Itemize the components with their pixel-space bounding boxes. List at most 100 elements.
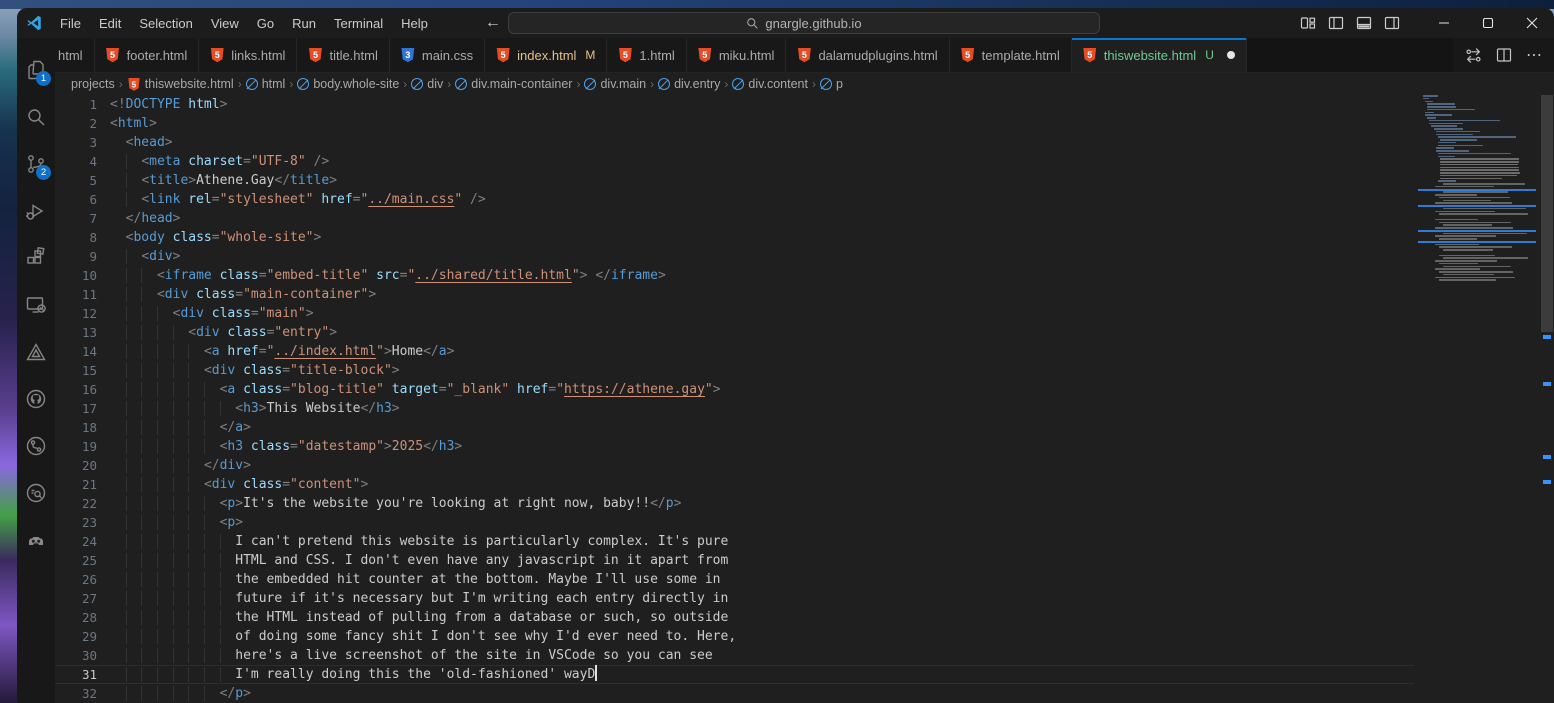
command-center[interactable]: gnargle.github.io bbox=[508, 12, 1100, 34]
code-line[interactable]: 11 <div class="main-container"> bbox=[55, 285, 1414, 304]
menu-file[interactable]: File bbox=[51, 8, 90, 38]
breadcrumb-item-div-content[interactable]: div.content bbox=[732, 77, 808, 91]
breadcrumb-item-div[interactable]: div bbox=[411, 77, 443, 91]
code-line[interactable]: 1<!DOCTYPE html> bbox=[55, 95, 1414, 114]
tab-main-css[interactable]: main.css bbox=[390, 38, 485, 72]
tab-miku-html[interactable]: miku.html bbox=[687, 38, 787, 72]
scrollbar-slider[interactable] bbox=[1541, 95, 1553, 332]
code-line[interactable]: 18 </a> bbox=[55, 418, 1414, 437]
source-control-icon[interactable]: 2 bbox=[17, 140, 55, 187]
breadcrumb-item-html[interactable]: html bbox=[246, 77, 286, 91]
tab-html[interactable]: html bbox=[55, 38, 95, 72]
tab-thiswebsite-html[interactable]: thiswebsite.htmlU bbox=[1072, 38, 1247, 72]
code-line[interactable]: 32 </p> bbox=[55, 684, 1414, 703]
code-line[interactable]: 28 the HTML instead of pulling from a da… bbox=[55, 608, 1414, 627]
run-debug-icon[interactable] bbox=[17, 187, 55, 234]
menu-view[interactable]: View bbox=[202, 8, 248, 38]
breadcrumb-item-div-main-container[interactable]: div.main-container bbox=[455, 77, 572, 91]
tab-index-html[interactable]: index.htmlM bbox=[485, 38, 607, 72]
code-line[interactable]: 29 of doing some fancy shit I don't see … bbox=[55, 627, 1414, 646]
code-line[interactable]: 22 <p>It's the website you're looking at… bbox=[55, 494, 1414, 513]
tab-template-html[interactable]: template.html bbox=[950, 38, 1072, 72]
toggle-panel-icon[interactable] bbox=[1356, 15, 1372, 31]
minimap-line bbox=[1435, 235, 1496, 237]
breadcrumb-separator: › bbox=[403, 77, 407, 91]
code-line[interactable]: 7 </head> bbox=[55, 209, 1414, 228]
breadcrumb-item-body-whole-site[interactable]: body.whole-site bbox=[297, 77, 399, 91]
code-line[interactable]: 2<html> bbox=[55, 114, 1414, 133]
code-line[interactable]: 25 HTML and CSS. I don't even have any j… bbox=[55, 551, 1414, 570]
menu-help[interactable]: Help bbox=[392, 8, 437, 38]
more-actions-icon[interactable] bbox=[1526, 45, 1542, 65]
code-line[interactable]: 23 <p> bbox=[55, 513, 1414, 532]
code-line[interactable]: 27 future if it's necessary but I'm writ… bbox=[55, 589, 1414, 608]
line-content: HTML and CSS. I don't even have any java… bbox=[97, 551, 728, 570]
line-number: 9 bbox=[55, 247, 97, 266]
breadcrumb-item-div-main[interactable]: div.main bbox=[584, 77, 646, 91]
indent-guide bbox=[173, 553, 189, 568]
code-line[interactable]: 6 <link rel="stylesheet" href="../main.c… bbox=[55, 190, 1414, 209]
code-line[interactable]: 24 I can't pretend this website is parti… bbox=[55, 532, 1414, 551]
menu-run[interactable]: Run bbox=[283, 8, 325, 38]
search-icon[interactable] bbox=[17, 93, 55, 140]
toggle-secondary-sidebar-icon[interactable] bbox=[1384, 15, 1400, 31]
breadcrumb-item-projects[interactable]: projects bbox=[71, 77, 115, 91]
close-button[interactable] bbox=[1510, 8, 1554, 38]
maximize-button[interactable] bbox=[1466, 8, 1510, 38]
code-line[interactable]: 31 I'm really doing this the 'old-fashio… bbox=[55, 665, 1414, 684]
minimap[interactable] bbox=[1418, 95, 1540, 703]
breadcrumb-item-div-entry[interactable]: div.entry bbox=[658, 77, 720, 91]
godot-tools-icon[interactable] bbox=[17, 516, 55, 563]
code-line[interactable]: 19 <h3 class="datestamp">2025</h3> bbox=[55, 437, 1414, 456]
html-symbol-icon bbox=[246, 78, 258, 90]
extensions-icon[interactable] bbox=[17, 234, 55, 281]
triangle-extension-icon[interactable] bbox=[17, 328, 55, 375]
code-line[interactable]: 4 <meta charset="UTF-8" /> bbox=[55, 152, 1414, 171]
minimize-button[interactable] bbox=[1422, 8, 1466, 38]
line-content: <div class="entry"> bbox=[97, 323, 337, 342]
menu-go[interactable]: Go bbox=[248, 8, 283, 38]
split-editor-icon[interactable] bbox=[1496, 47, 1512, 63]
editor-scrollbar[interactable] bbox=[1540, 95, 1554, 703]
menu-selection[interactable]: Selection bbox=[130, 8, 201, 38]
code-line[interactable]: 12 <div class="main"> bbox=[55, 304, 1414, 323]
code-line[interactable]: 9 <div> bbox=[55, 247, 1414, 266]
code-line[interactable]: 3 <head> bbox=[55, 133, 1414, 152]
explorer-icon[interactable]: 1 bbox=[17, 46, 55, 93]
open-changes-icon[interactable] bbox=[1465, 47, 1482, 64]
html-file-icon bbox=[106, 48, 120, 63]
commit-search-icon[interactable] bbox=[17, 469, 55, 516]
code-line[interactable]: 5 <title>Athene.Gay</title> bbox=[55, 171, 1414, 190]
customize-layout-icon[interactable] bbox=[1300, 15, 1316, 31]
github-icon[interactable] bbox=[17, 375, 55, 422]
code-line[interactable]: 15 <div class="title-block"> bbox=[55, 361, 1414, 380]
menu-terminal[interactable]: Terminal bbox=[325, 8, 392, 38]
tab-links-html[interactable]: links.html bbox=[199, 38, 297, 72]
minimap-line bbox=[1439, 197, 1510, 199]
code-line[interactable]: 14 <a href="../index.html">Home</a> bbox=[55, 342, 1414, 361]
code-line[interactable]: 20 </div> bbox=[55, 456, 1414, 475]
menu-edit[interactable]: Edit bbox=[90, 8, 130, 38]
tab-1-html[interactable]: 1.html bbox=[607, 38, 686, 72]
code-line[interactable]: 30 here's a live screenshot of the site … bbox=[55, 646, 1414, 665]
back-arrow-icon[interactable]: ← bbox=[485, 14, 501, 32]
indent-guide bbox=[110, 268, 126, 283]
remote-explorer-icon[interactable] bbox=[17, 281, 55, 328]
tab-footer-html[interactable]: footer.html bbox=[95, 38, 200, 72]
code-line[interactable]: 10 <iframe class="embed-title" src="../s… bbox=[55, 266, 1414, 285]
code-line[interactable]: 8 <body class="whole-site"> bbox=[55, 228, 1414, 247]
toggle-primary-sidebar-icon[interactable] bbox=[1328, 15, 1344, 31]
code-line[interactable]: 26 the embedded hit counter at the botto… bbox=[55, 570, 1414, 589]
code-line[interactable]: 13 <div class="entry"> bbox=[55, 323, 1414, 342]
line-content: <a href="../index.html">Home</a> bbox=[97, 342, 454, 361]
git-graph-icon[interactable] bbox=[17, 422, 55, 469]
breadcrumb-item-p[interactable]: p bbox=[820, 77, 843, 91]
code-line[interactable]: 17 <h3>This Website</h3> bbox=[55, 399, 1414, 418]
tab-dalamudplugins-html[interactable]: dalamudplugins.html bbox=[786, 38, 949, 72]
code-line[interactable]: 21 <div class="content"> bbox=[55, 475, 1414, 494]
minimap-line bbox=[1443, 191, 1508, 193]
code-line[interactable]: 16 <a class="blog-title" target="_blank"… bbox=[55, 380, 1414, 399]
breadcrumb-item-thiswebsite-html[interactable]: thiswebsite.html bbox=[127, 77, 234, 92]
tab-title-html[interactable]: title.html bbox=[297, 38, 389, 72]
html-symbol-icon bbox=[455, 78, 467, 90]
